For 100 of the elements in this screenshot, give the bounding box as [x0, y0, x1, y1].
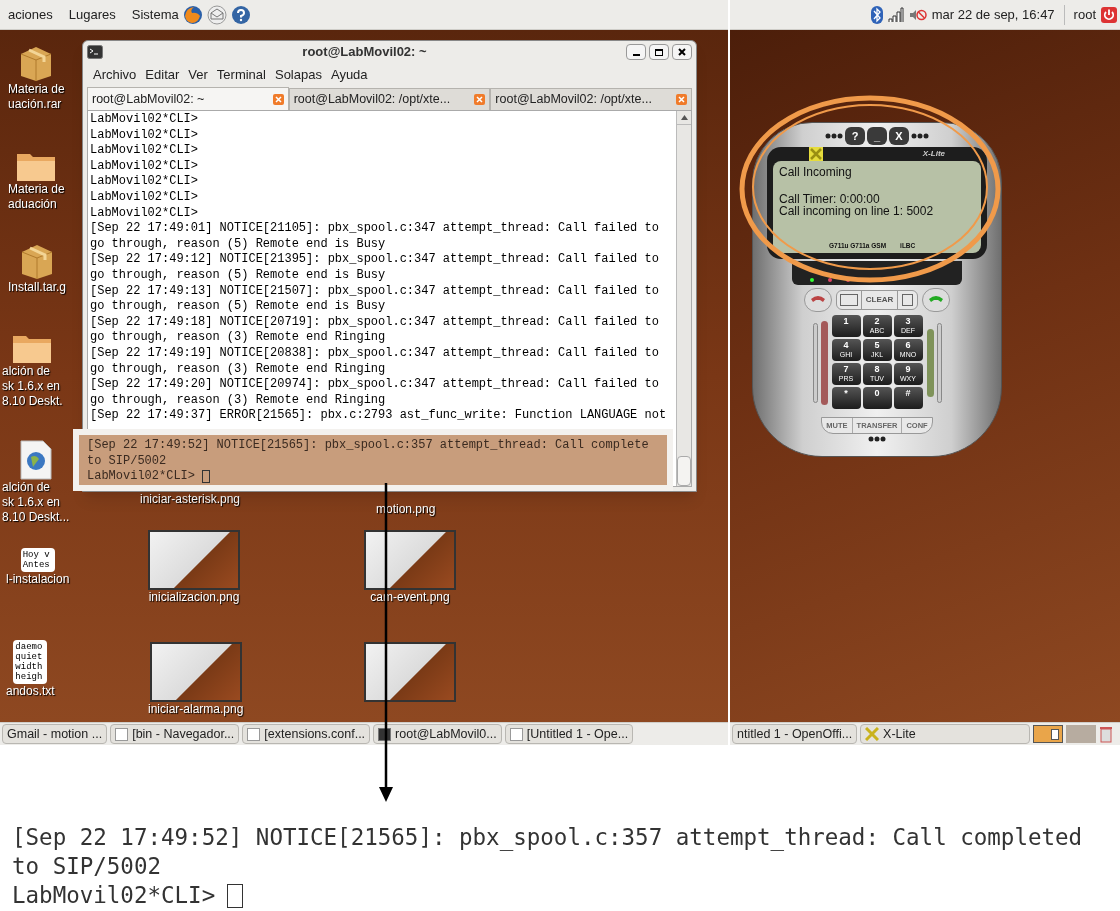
- taskbar-item[interactable]: [Untitled 1 - Ope...: [504, 724, 634, 744]
- terminal-line: to SIP/5002: [87, 453, 167, 470]
- text-file-icon: Hoy v Antes: [20, 548, 55, 572]
- terminal-line: go through, reason (3) Remote end Ringing: [90, 392, 387, 409]
- scroll-up-arrow-icon[interactable]: [680, 115, 688, 120]
- terminal-tab[interactable]: root@LabMovil02: /opt/xte...: [490, 88, 692, 110]
- call-status: Call Incoming: [779, 165, 853, 179]
- icon-label[interactable]: Materia de: [8, 82, 65, 97]
- taskbar-item[interactable]: [bin - Navegador...: [110, 724, 240, 744]
- phone-window-button[interactable]: X: [889, 127, 909, 145]
- icon-label[interactable]: sk 1.6.x en: [2, 495, 61, 510]
- icon-label[interactable]: Materia de: [8, 182, 65, 197]
- workspace-switcher-icon[interactable]: [1066, 725, 1097, 743]
- firefox-icon[interactable]: [182, 4, 203, 25]
- terminal-line: LabMovil02*CLI>: [90, 158, 200, 175]
- log-line: LabMovil02*CLI>: [12, 881, 216, 910]
- terminal-line: go through, reason (3) Remote end Ringing: [90, 361, 387, 378]
- taskbar-item[interactable]: ntitled 1 - OpenOffi...: [732, 724, 858, 744]
- panel-menu[interactable]: aciones: [8, 4, 53, 25]
- close-tab-icon[interactable]: [676, 94, 687, 105]
- icon-label[interactable]: alción de: [2, 364, 51, 379]
- icon-label[interactable]: alción de: [2, 480, 51, 495]
- terminal-line: LabMovil02*CLI>: [90, 174, 200, 190]
- phone-window-button[interactable]: ?: [845, 127, 865, 145]
- icon-label[interactable]: sk 1.6.x en: [2, 379, 61, 394]
- window-title: root@LabMovil02: ~: [301, 43, 428, 62]
- icon-label[interactable]: iniciar-alarma.png: [148, 702, 244, 717]
- icon-label[interactable]: inicializacion.png: [148, 590, 240, 605]
- taskbar-item[interactable]: root@LabMovil0...: [373, 724, 502, 744]
- text-file-icon: daemo quiet width heigh: [13, 640, 48, 684]
- panel-menu[interactable]: Sistema: [131, 4, 179, 25]
- workspace-switcher-icon[interactable]: [1033, 725, 1064, 743]
- close-button[interactable]: [672, 44, 692, 60]
- taskbar-item[interactable]: X-Lite: [860, 724, 1031, 744]
- maximize-button[interactable]: [649, 44, 669, 60]
- close-tab-icon[interactable]: [272, 93, 284, 105]
- phone-window-button[interactable]: _: [867, 127, 887, 145]
- brand-label: X-Lite: [922, 148, 945, 160]
- taskbar-item[interactable]: Gmail - motion ...: [2, 724, 108, 744]
- terminal-line: [Sep 22 17:49:12] NOTICE[21395]: pbx_spool.c:347 attempt_thread: Call failed to: [90, 252, 660, 268]
- terminal-icon: [87, 45, 103, 59]
- terminal-tab[interactable]: root@LabMovil02: ~: [87, 87, 289, 110]
- icon-label[interactable]: 8.10 Deskt...: [2, 510, 70, 525]
- terminal-line: [Sep 22 17:49:13] NOTICE[21507]: pbx_spool.c:347 attempt_thread: Call failed to: [90, 283, 660, 300]
- keypad-key[interactable]: *: [831, 387, 861, 409]
- terminal-line: [Sep 22 17:49:19] NOTICE[20838]: pbx_spool.c:347 attempt_thread: Call failed to: [90, 345, 660, 362]
- minimize-button[interactable]: [626, 44, 646, 60]
- icon-label[interactable]: Install.tar.g: [8, 280, 67, 295]
- help-icon[interactable]: [230, 4, 251, 25]
- terminal-line: LabMovil02*CLI>: [90, 112, 200, 128]
- mail-icon[interactable]: [206, 4, 227, 25]
- icon-label[interactable]: 8.10 Deskt.: [2, 394, 63, 409]
- signal-icon[interactable]: [887, 6, 904, 23]
- icon-label[interactable]: aduación: [8, 197, 57, 212]
- icon-label[interactable]: uación.rar: [8, 97, 62, 112]
- icon-label[interactable]: iniciar-asterisk.png: [140, 492, 241, 507]
- icon-label[interactable]: l-instalacion: [6, 572, 70, 587]
- keypad-key[interactable]: 1: [831, 315, 861, 337]
- taskbar-item[interactable]: [extensions.conf...: [242, 724, 371, 744]
- keypad-key[interactable]: #: [893, 387, 923, 409]
- terminal-line: go through, reason (5) Remote end is Busy: [90, 267, 387, 284]
- terminal-line: [Sep 22 17:49:37] ERROR[21565]: pbx.c:2793 ast_func_write: Function LANGUAGE not: [90, 408, 668, 424]
- dots-icon: [868, 436, 886, 443]
- globe-document-icon: [19, 440, 52, 480]
- call-timer: Call Timer: 0:00:00: [779, 194, 881, 205]
- terminal-tab[interactable]: root@LabMovil02: /opt/xte...: [288, 88, 491, 110]
- trash-icon[interactable]: [1099, 725, 1114, 743]
- panel-menu[interactable]: Lugares: [68, 4, 116, 25]
- user-name[interactable]: root: [1073, 4, 1096, 25]
- scrollbar-thumb[interactable]: [677, 456, 691, 486]
- terminal-line: go through, reason (3) Remote end Ringing: [90, 330, 387, 346]
- terminal-line: LabMovil02*CLI>: [87, 469, 196, 485]
- cursor-icon: [227, 883, 244, 908]
- hang-up-button[interactable]: [803, 288, 832, 312]
- phonebook-icon[interactable]: [839, 294, 858, 306]
- window-icon: [509, 727, 523, 741]
- close-tab-icon[interactable]: [474, 94, 486, 105]
- log-line: to SIP/5002: [12, 852, 161, 881]
- terminal-line: LabMovil02*CLI>: [90, 205, 200, 222]
- list-icon[interactable]: [902, 294, 914, 306]
- terminal-line: LabMovil02*CLI>: [90, 127, 200, 144]
- keypad-key[interactable]: 0: [862, 387, 892, 409]
- terminal-line: LabMovil02*CLI>: [90, 143, 200, 159]
- menu-item[interactable]: Solapas: [274, 65, 322, 85]
- log-line: [Sep 22 17:49:52] NOTICE[21565]: pbx_spool.c:357 attempt_thread: Call completed: [12, 823, 1083, 852]
- icon-label[interactable]: andos.txt: [6, 684, 55, 699]
- power-icon[interactable]: [1101, 6, 1117, 23]
- call-info: Call incoming on line 1: 5002: [779, 205, 935, 218]
- close-icon: [678, 48, 686, 56]
- menu-item[interactable]: Ayuda: [330, 65, 368, 85]
- menu-item[interactable]: Ver: [188, 65, 208, 85]
- menu-item[interactable]: Archivo: [93, 65, 137, 85]
- dots-icon: [825, 133, 843, 139]
- scrollbar[interactable]: [676, 111, 691, 486]
- clock[interactable]: mar 22 de sep, 16:47: [931, 4, 1055, 25]
- menu-item[interactable]: Terminal: [216, 65, 266, 85]
- bluetooth-icon[interactable]: [870, 5, 883, 24]
- menu-item[interactable]: Editar: [145, 65, 180, 85]
- window-icon: [115, 727, 129, 741]
- terminal-line: [Sep 22 17:49:01] NOTICE[21105]: pbx_spool.c:347 attempt_thread: Call failed to: [90, 221, 660, 237]
